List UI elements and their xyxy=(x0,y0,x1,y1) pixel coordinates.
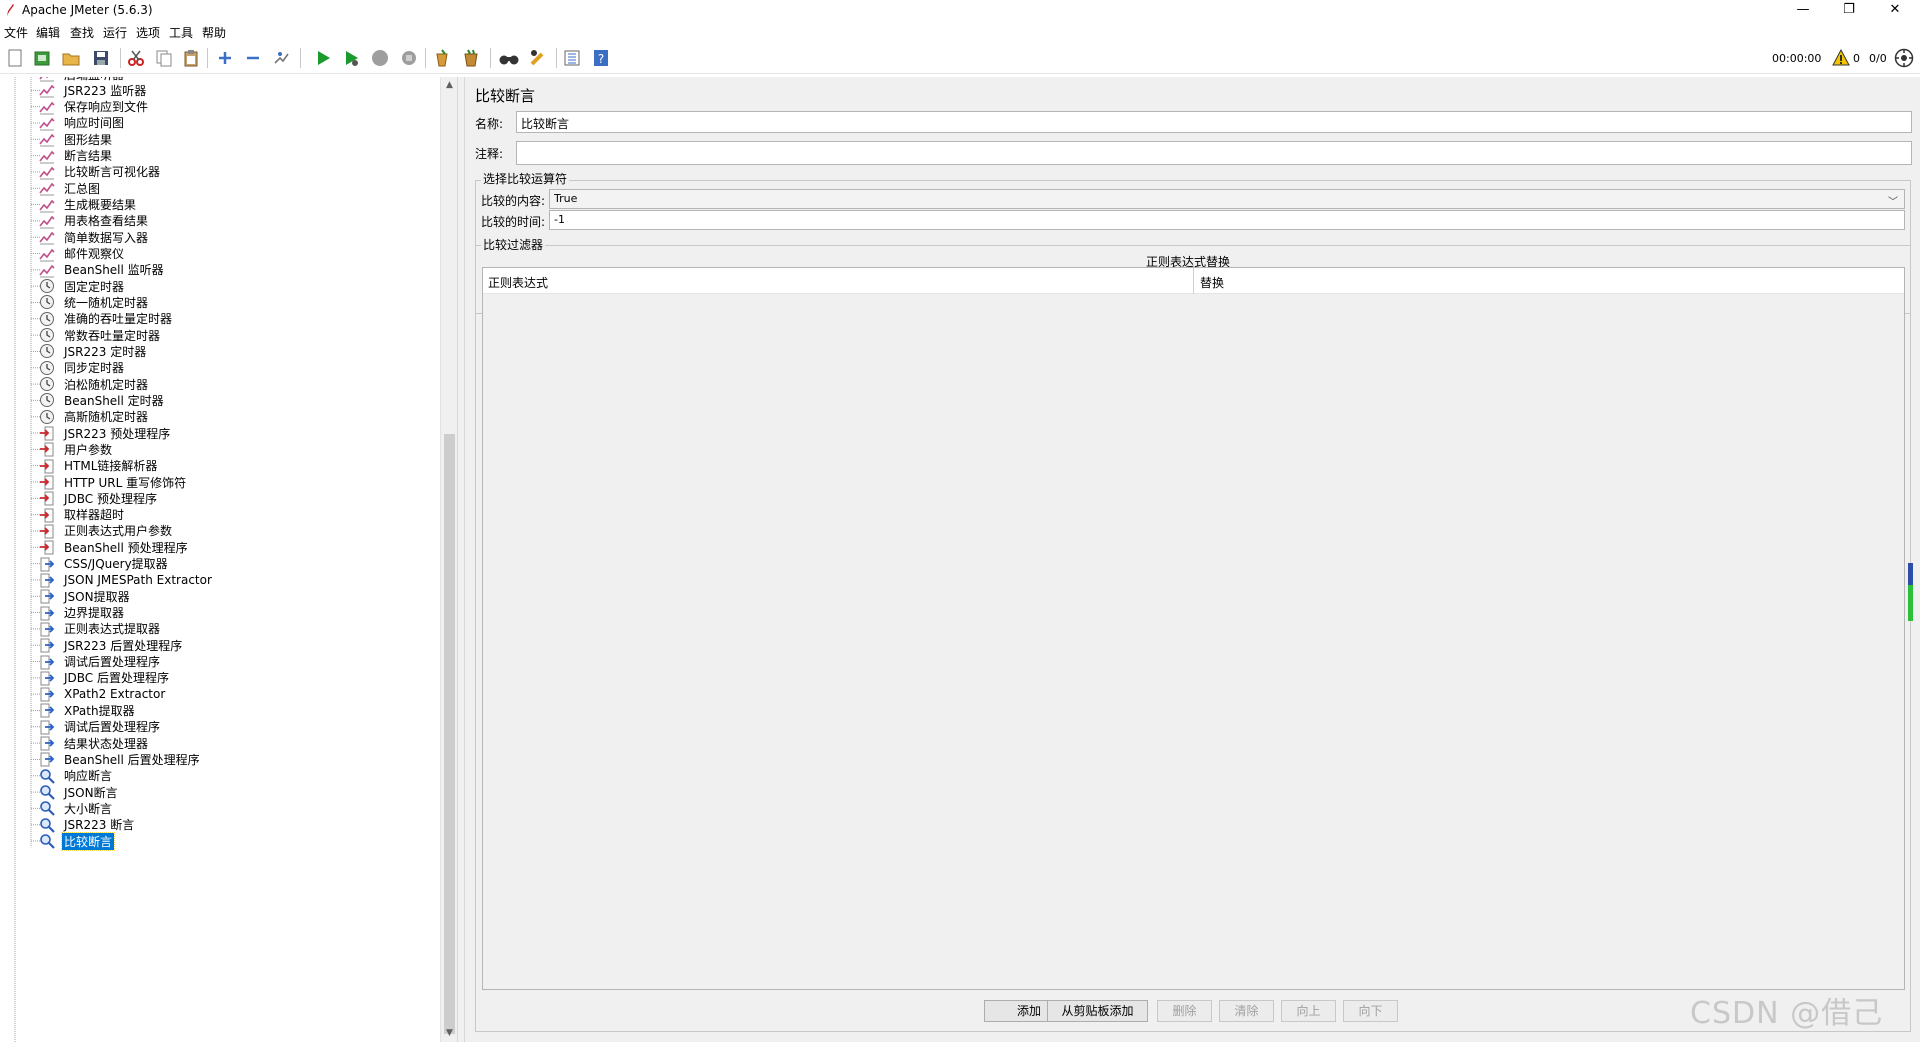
stop-icon[interactable] xyxy=(369,47,391,69)
jmeter-feather-icon xyxy=(7,4,14,16)
edge-scroll-indicator xyxy=(1908,563,1913,621)
tree-item-label: JSON JMESPath Extractor xyxy=(64,572,212,587)
tree-scrollbar-thumb[interactable] xyxy=(444,434,455,1034)
svg-text:?: ? xyxy=(598,52,604,66)
column-header-replace[interactable]: 替换 xyxy=(1200,274,1224,291)
help-icon[interactable]: ? xyxy=(590,47,612,69)
save-icon[interactable] xyxy=(90,47,112,69)
name-field[interactable]: 比较断言 xyxy=(516,111,1912,133)
clear-button[interactable]: 清除 xyxy=(1219,1000,1274,1022)
toolbar-separator xyxy=(120,48,121,68)
search-icon[interactable] xyxy=(498,47,520,69)
compare-time-label: 比较的时间: xyxy=(481,215,546,229)
name-label: 名称: xyxy=(475,117,504,131)
column-divider[interactable] xyxy=(1193,268,1194,294)
remote-status-icon xyxy=(1894,48,1914,68)
compare-content-value: True xyxy=(554,192,578,205)
toggle-icon[interactable] xyxy=(270,47,292,69)
add-from-clipboard-button[interactable]: 从剪贴板添加 xyxy=(1047,1000,1148,1022)
menu-search[interactable]: 查找 xyxy=(70,24,94,41)
toolbar-separator xyxy=(207,48,208,68)
shutdown-icon[interactable] xyxy=(398,47,420,69)
column-header-regex[interactable]: 正则表达式 xyxy=(488,274,548,291)
compare-content-label: 比较的内容: xyxy=(481,194,546,208)
comment-label: 注释: xyxy=(475,147,504,161)
warning-icon[interactable] xyxy=(1832,49,1850,67)
clear-all-icon[interactable] xyxy=(460,47,482,69)
menu-options[interactable]: 选项 xyxy=(136,24,160,41)
function-helper-icon[interactable] xyxy=(561,47,583,69)
paste-icon[interactable] xyxy=(180,47,202,69)
move-down-button[interactable]: 向下 xyxy=(1343,1000,1398,1022)
elapsed-timer: 00:00:00 xyxy=(1772,52,1822,65)
tree-item[interactable]: 比较断言 xyxy=(38,831,116,851)
cut-icon[interactable] xyxy=(125,47,147,69)
start-no-timers-icon[interactable] xyxy=(340,47,362,69)
warning-count: 0 xyxy=(1853,52,1860,65)
toolbar-separator xyxy=(490,48,491,68)
comment-field[interactable] xyxy=(516,141,1912,165)
compare-operator-group-title: 选择比较运算符 xyxy=(481,170,570,187)
active-thread-count: 0/0 xyxy=(1869,52,1887,65)
toolbar-separator xyxy=(300,48,301,68)
scroll-down-arrow-icon[interactable]: ▼ xyxy=(441,1025,457,1042)
regex-replace-table[interactable]: 正则表达式 替换 xyxy=(482,267,1905,990)
collapse-icon[interactable] xyxy=(242,47,264,69)
copy-icon[interactable] xyxy=(153,47,175,69)
restore-button[interactable]: ❐ xyxy=(1826,0,1872,22)
compare-content-select[interactable]: True ﹀ xyxy=(549,189,1905,209)
assertion-icon xyxy=(38,832,56,850)
test-plan-tree[interactable]: 后端监听器JSR223 监听器保存响应到文件响应时间图图形结果断言结果比较断言可… xyxy=(0,77,457,1042)
templates-icon[interactable] xyxy=(31,47,53,69)
title-bar: Apache JMeter (5.6.3) — ❐ ✕ xyxy=(0,0,1920,22)
open-icon[interactable] xyxy=(60,47,82,69)
tree-item-label: XPath2 Extractor xyxy=(64,687,166,702)
tree-scrollbar[interactable]: ▲ ▼ xyxy=(440,77,457,1042)
menu-file[interactable]: 文件 xyxy=(4,24,28,41)
compare-filter-group-title: 比较过滤器 xyxy=(481,236,546,253)
reset-search-icon[interactable] xyxy=(527,47,549,69)
menu-bar: 文件 编辑 查找 运行 选项 工具 帮助 xyxy=(0,22,1920,42)
panel-title: 比较断言 xyxy=(475,87,536,105)
expand-icon[interactable] xyxy=(214,47,236,69)
chevron-down-icon[interactable]: ﹀ xyxy=(1888,193,1898,208)
menu-edit[interactable]: 编辑 xyxy=(36,24,60,41)
close-button[interactable]: ✕ xyxy=(1872,0,1918,22)
window-title: Apache JMeter (5.6.3) xyxy=(22,3,153,17)
menu-run[interactable]: 运行 xyxy=(103,24,127,41)
menu-tools[interactable]: 工具 xyxy=(169,24,193,41)
toolbar: ? 00:00:00 0 0/0 xyxy=(0,42,1920,74)
delete-button[interactable]: 删除 xyxy=(1157,1000,1212,1022)
pane-splitter[interactable] xyxy=(457,77,465,1042)
watermark: CSDN @借己 xyxy=(1690,996,1884,1031)
menu-help[interactable]: 帮助 xyxy=(202,24,226,41)
table-header: 正则表达式 替换 xyxy=(483,268,1904,294)
toolbar-separator xyxy=(556,48,557,68)
tree-item-label: 比较断言 xyxy=(60,831,116,851)
compare-time-field[interactable]: -1 xyxy=(549,210,1905,230)
compare-assertion-panel: 比较断言 名称: 比较断言 注释: 选择比较运算符 比较的内容: True ﹀ … xyxy=(465,77,1920,1042)
minimize-button[interactable]: — xyxy=(1780,0,1826,22)
start-icon[interactable] xyxy=(312,47,334,69)
new-icon[interactable] xyxy=(4,47,26,69)
scroll-up-arrow-icon[interactable]: ▲ xyxy=(441,77,457,94)
clear-icon[interactable] xyxy=(431,47,453,69)
toolbar-separator xyxy=(425,48,426,68)
move-up-button[interactable]: 向上 xyxy=(1281,1000,1336,1022)
